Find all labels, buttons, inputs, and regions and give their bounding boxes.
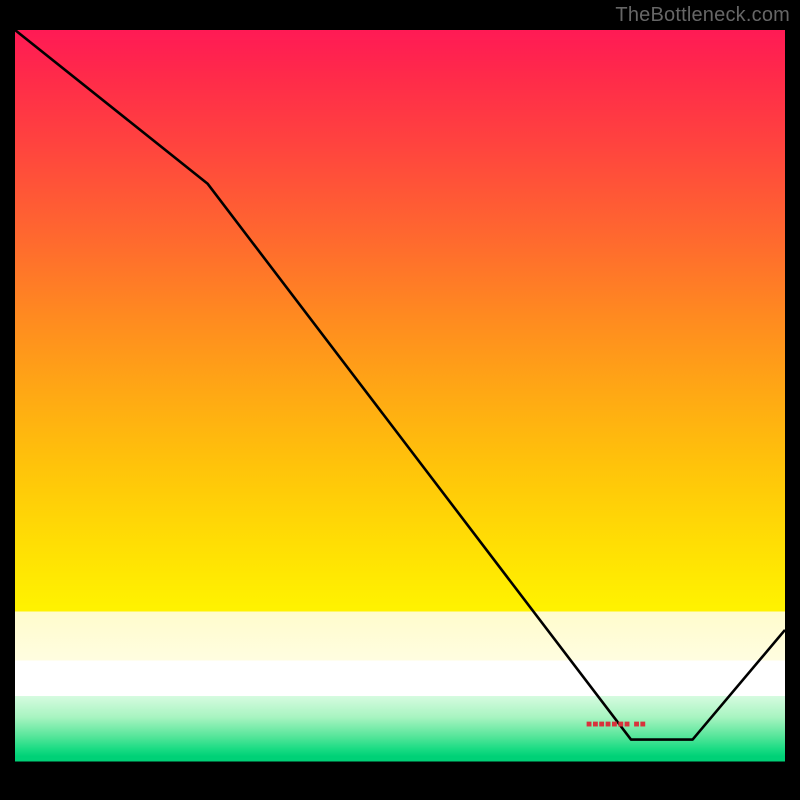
chart-container: TheBottleneck.com ■■■■■■■ ■■: [0, 0, 800, 800]
plot-frame: ■■■■■■■ ■■: [15, 30, 785, 785]
bottleneck-curve-line: [15, 30, 785, 740]
minimum-annotation: ■■■■■■■ ■■: [586, 719, 646, 730]
line-chart-svg: [15, 30, 785, 785]
attribution-label: TheBottleneck.com: [615, 4, 790, 27]
